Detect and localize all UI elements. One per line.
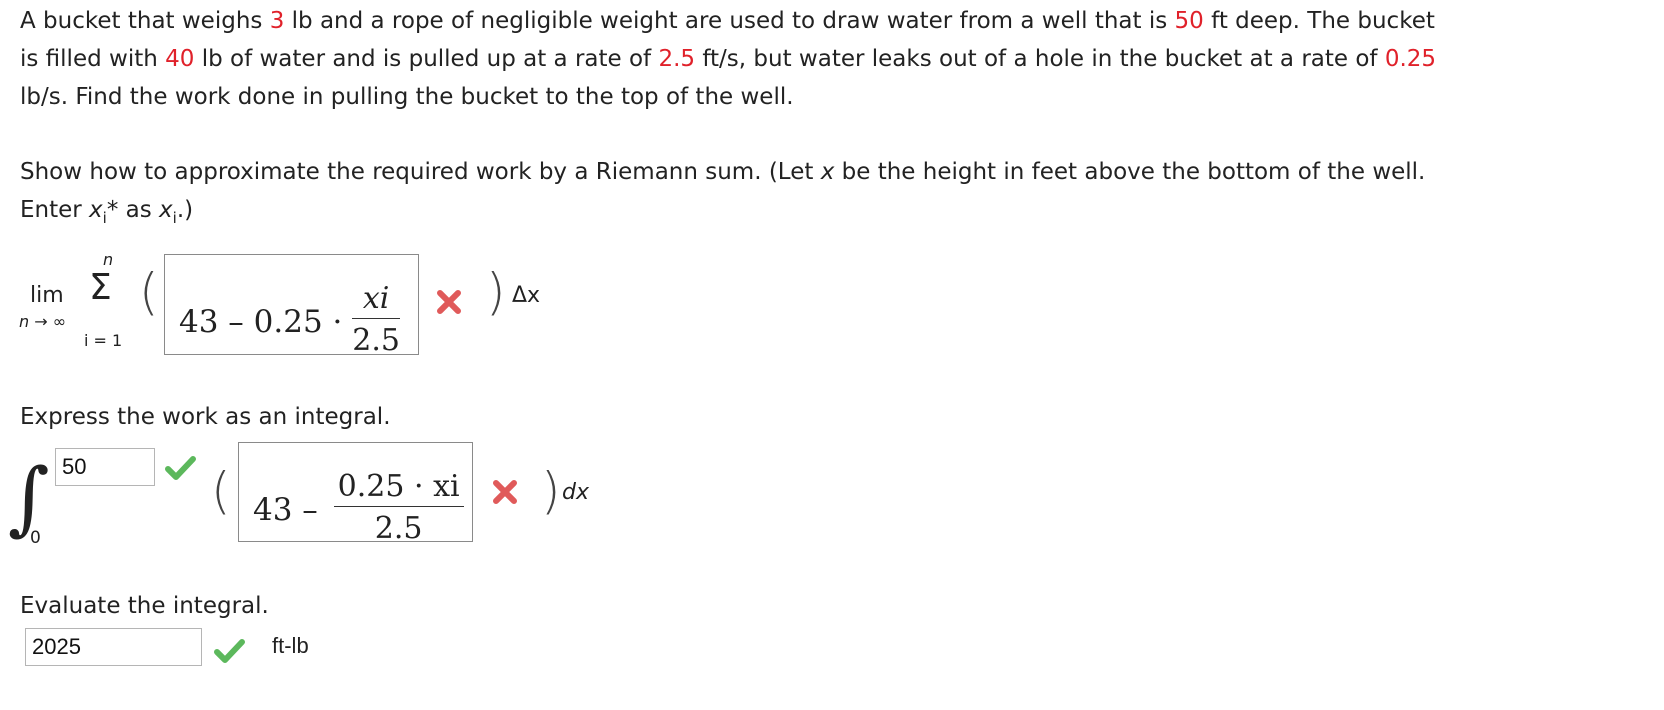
upper-limit-input[interactable] <box>55 448 155 486</box>
problem-text: is filled with <box>20 46 166 72</box>
pull-rate-value: 2.5 <box>658 46 696 72</box>
well-depth-value: 50 <box>1174 8 1204 34</box>
variable-x: x <box>89 197 103 223</box>
lower-limit-label: 0 <box>30 528 41 548</box>
dx-label: dx <box>562 480 589 505</box>
sum-lower-index: i = 1 <box>84 331 123 350</box>
left-paren: ( <box>139 263 159 321</box>
problem-text: lb of water and is pulled up at a rate o… <box>194 46 659 72</box>
water-weight-value: 40 <box>165 46 195 72</box>
incorrect-icon <box>434 287 464 321</box>
left-paren: ( <box>211 462 231 520</box>
integral-symbol: ∫ <box>8 451 50 544</box>
problem-text: A bucket that weighs <box>20 8 270 34</box>
work-answer-input[interactable] <box>25 628 202 666</box>
instruction-text: * as <box>106 197 160 223</box>
riemann-answer-box[interactable]: 43 – 0.25 · xi 2.5 <box>164 254 419 358</box>
problem-text: ft/s, but water leaks out of a hole in t… <box>695 46 1385 72</box>
limit-label: lim <box>30 283 64 308</box>
problem-line-2: is filled with 40 lb of water and is pul… <box>20 39 1436 79</box>
delta-x-label: Δx <box>512 283 541 308</box>
instruction-text: Show how to approximate the required wor… <box>20 159 821 185</box>
correct-icon <box>213 636 247 670</box>
variable-x: x <box>159 197 173 223</box>
fraction-denominator: 2.5 <box>374 511 423 546</box>
unit-label: ft-lb <box>272 633 309 658</box>
riemann-instruction-line-2: Enter xi* as xi.) <box>20 190 193 232</box>
limit-subscript: n → ∞ <box>19 312 67 331</box>
integral-answer-box[interactable]: 43 – 0.25 · xi 2.5 <box>238 442 473 546</box>
right-paren: ) <box>541 462 561 520</box>
problem-text: ft deep. The bucket <box>1203 8 1435 34</box>
numerator-text: 0.25 · xi <box>337 469 460 504</box>
answer-expression: 43 – <box>253 492 318 528</box>
fraction-numerator: xi <box>352 281 400 319</box>
fraction-numerator: 0.25 · xi <box>333 469 464 507</box>
right-paren: ) <box>486 263 506 321</box>
problem-line-1: A bucket that weighs 3 lb and a rope of … <box>20 1 1435 41</box>
riemann-instruction-line-1: Show how to approximate the required wor… <box>20 152 1425 192</box>
variable-x: x <box>820 159 835 185</box>
summation-symbol: Σ <box>89 267 112 308</box>
subscript-i: i <box>172 209 177 227</box>
answer-fraction: xi 2.5 <box>352 281 400 358</box>
problem-line-3: lb/s. Find the work done in pulling the … <box>20 77 794 117</box>
correct-icon <box>164 453 198 487</box>
evaluate-instruction: Evaluate the integral. <box>20 593 269 619</box>
instruction-text: .) <box>176 197 194 223</box>
answer-expression: 43 – 0.25 · <box>179 304 343 340</box>
instruction-text: be the height in feet above the bottom o… <box>834 159 1426 185</box>
incorrect-icon <box>490 477 520 511</box>
fraction-denominator: 2.5 <box>352 323 400 358</box>
problem-text: lb/s. Find the work done in pulling the … <box>20 84 794 110</box>
answer-fraction: 0.25 · xi 2.5 <box>333 469 464 546</box>
integral-instruction: Express the work as an integral. <box>20 404 391 430</box>
leak-rate-value: 0.25 <box>1384 46 1437 72</box>
instruction-text: Enter <box>20 197 90 223</box>
bucket-weight-value: 3 <box>269 8 285 34</box>
problem-text: lb and a rope of negligible weight are u… <box>284 8 1175 34</box>
subscript-i: i <box>102 209 107 227</box>
